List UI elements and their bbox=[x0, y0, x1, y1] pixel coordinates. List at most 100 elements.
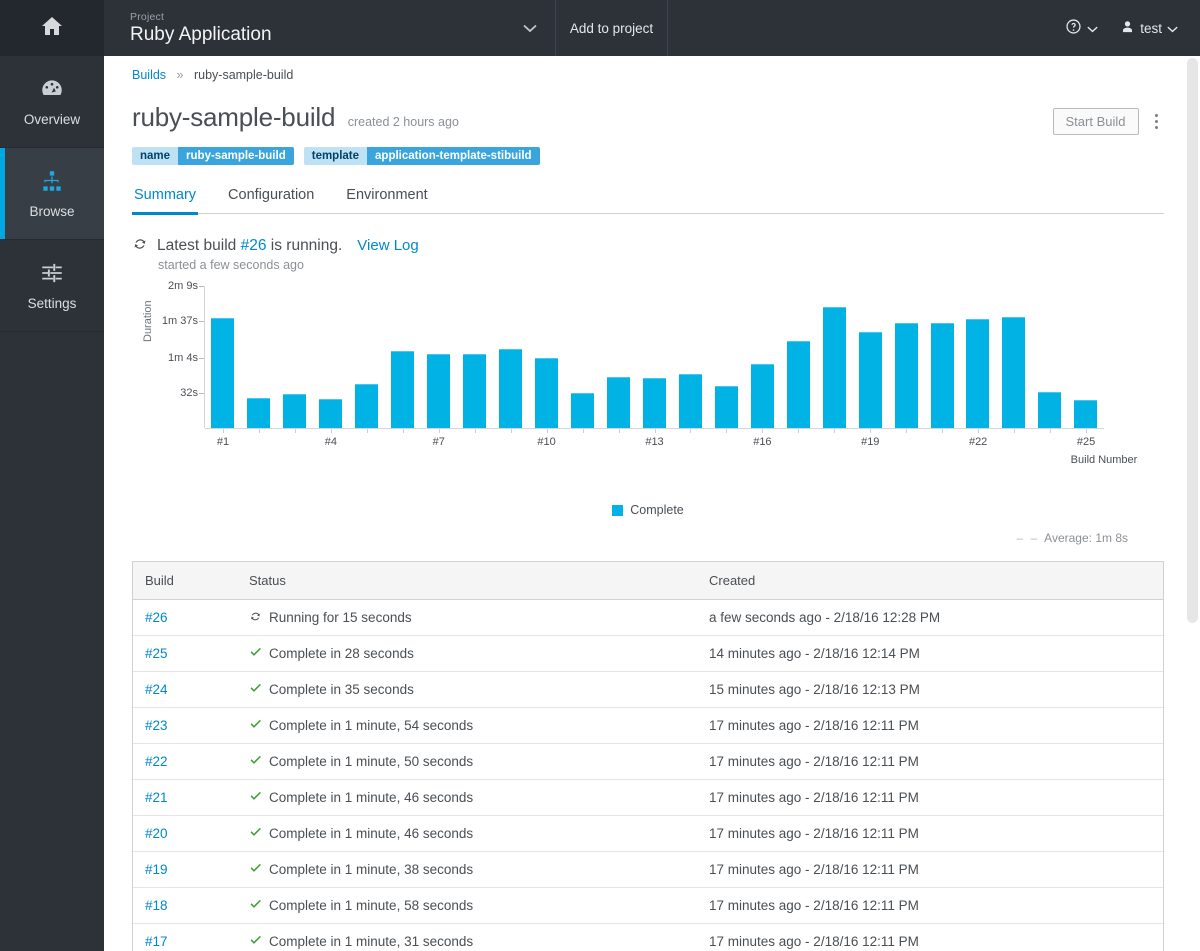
chart-x-tick bbox=[510, 429, 512, 433]
chart-bar[interactable] bbox=[1038, 391, 1062, 428]
chart-bar-slot bbox=[1032, 286, 1068, 428]
chart-bar[interactable] bbox=[642, 378, 666, 428]
sidebar-item-overview[interactable]: Overview bbox=[0, 56, 104, 148]
chart-bar[interactable] bbox=[463, 354, 487, 428]
chart-bar[interactable] bbox=[714, 386, 738, 428]
chart-x-tick-label: #1 bbox=[216, 436, 230, 448]
start-build-button[interactable]: Start Build bbox=[1052, 108, 1139, 135]
build-link[interactable]: #21 bbox=[145, 790, 168, 805]
chart-bar-slot bbox=[493, 286, 529, 428]
cell-status: Complete in 1 minute, 54 seconds bbox=[241, 718, 701, 734]
project-selector[interactable]: Project Ruby Application bbox=[104, 0, 556, 56]
help-menu[interactable] bbox=[1065, 18, 1098, 38]
chart-x-tick-label: #19 bbox=[861, 436, 880, 448]
status-label: Complete in 35 seconds bbox=[269, 682, 414, 697]
chart-bar[interactable] bbox=[606, 377, 630, 428]
add-to-project-button[interactable]: Add to project bbox=[556, 0, 668, 56]
chart-bar[interactable] bbox=[535, 357, 559, 428]
chart-bar-slot bbox=[313, 286, 349, 428]
status-label: Complete in 1 minute, 46 seconds bbox=[269, 790, 474, 805]
label-value: application-template-stibuild bbox=[367, 147, 540, 165]
build-link[interactable]: #22 bbox=[145, 754, 168, 769]
chart-x-tick bbox=[366, 429, 368, 433]
chart-bar-slot bbox=[672, 286, 708, 428]
vertical-scrollbar[interactable] bbox=[1185, 56, 1200, 951]
page-header: ruby-sample-build created 2 hours ago St… bbox=[132, 88, 1164, 135]
chart-bar[interactable] bbox=[786, 341, 810, 428]
cell-build: #20 bbox=[133, 826, 241, 841]
cell-status: Running for 15 seconds bbox=[241, 610, 701, 626]
build-link[interactable]: #24 bbox=[145, 682, 168, 697]
chart-bar[interactable] bbox=[822, 306, 846, 428]
chart-bar[interactable] bbox=[858, 332, 882, 428]
chart-bar[interactable] bbox=[894, 323, 918, 428]
chart-bar-slot bbox=[565, 286, 601, 428]
chart-bar-slot bbox=[960, 286, 996, 428]
breadcrumb-builds-link[interactable]: Builds bbox=[132, 68, 166, 82]
legend-swatch-complete bbox=[612, 504, 624, 516]
check-icon bbox=[249, 682, 262, 698]
average-dash: – – bbox=[1016, 531, 1040, 545]
chart-bar[interactable] bbox=[499, 348, 523, 428]
check-icon bbox=[249, 754, 262, 770]
status-label: Complete in 1 minute, 38 seconds bbox=[269, 862, 474, 877]
tab-summary[interactable]: Summary bbox=[132, 187, 199, 215]
home-button[interactable] bbox=[0, 0, 104, 56]
chart-bar[interactable] bbox=[930, 323, 954, 428]
chart-bar[interactable] bbox=[966, 319, 990, 428]
build-link[interactable]: #23 bbox=[145, 718, 168, 733]
chart-x-tick bbox=[978, 429, 980, 433]
chart-bar[interactable] bbox=[1002, 316, 1026, 428]
tab-environment[interactable]: Environment bbox=[344, 187, 429, 213]
sidebar-item-browse[interactable]: Browse bbox=[0, 148, 104, 240]
user-menu[interactable]: test bbox=[1120, 19, 1178, 37]
cell-created: 17 minutes ago - 2/18/16 12:11 PM bbox=[709, 718, 919, 733]
chart-x-axis-label: Build Number bbox=[1070, 454, 1138, 466]
chart-bar[interactable] bbox=[1074, 400, 1098, 428]
scrollbar-thumb[interactable] bbox=[1187, 58, 1198, 623]
chevron-down-icon bbox=[1087, 21, 1098, 36]
chart-bar[interactable] bbox=[391, 350, 415, 428]
view-log-link[interactable]: View Log bbox=[357, 237, 418, 254]
chart-x-tick-label: #16 bbox=[753, 436, 772, 448]
chart-bar-slot bbox=[241, 286, 277, 428]
build-link[interactable]: #19 bbox=[145, 862, 168, 877]
chart-bar[interactable] bbox=[678, 374, 702, 428]
check-icon bbox=[249, 826, 262, 842]
chart-x-tick bbox=[942, 429, 944, 433]
status-suffix: is running. bbox=[270, 236, 343, 254]
sidebar-item-settings[interactable]: Settings bbox=[0, 240, 104, 332]
chart-bar[interactable] bbox=[247, 398, 271, 428]
page-actions: Start Build bbox=[1052, 102, 1165, 135]
cell-created: 17 minutes ago - 2/18/16 12:11 PM bbox=[709, 934, 919, 949]
kebab-menu-icon[interactable] bbox=[1149, 110, 1165, 134]
chart-bar-slot bbox=[996, 286, 1032, 428]
build-duration-chart: Duration 2m 9s 1m 37s 1m 4s 32s #1 #4 #7 #10 #1… bbox=[132, 280, 1164, 501]
chart-bar[interactable] bbox=[750, 364, 774, 428]
tab-configuration[interactable]: Configuration bbox=[226, 187, 316, 213]
cell-created: 17 minutes ago - 2/18/16 12:11 PM bbox=[709, 826, 919, 841]
build-link[interactable]: #17 bbox=[145, 934, 168, 949]
chart-bar[interactable] bbox=[571, 392, 594, 428]
chart-bar-slot bbox=[780, 286, 816, 428]
build-link[interactable]: #20 bbox=[145, 826, 168, 841]
chevron-down-icon bbox=[523, 21, 537, 36]
chart-x-tick-label: #22 bbox=[968, 436, 988, 448]
cell-status: Complete in 1 minute, 31 seconds bbox=[241, 934, 701, 950]
chart-bar[interactable] bbox=[427, 354, 451, 428]
status-build-link[interactable]: #26 bbox=[241, 237, 267, 254]
build-link[interactable]: #25 bbox=[145, 646, 168, 661]
status-label: Complete in 1 minute, 58 seconds bbox=[269, 898, 474, 913]
cell-status: Complete in 1 minute, 46 seconds bbox=[241, 826, 701, 842]
chart-x-tick bbox=[474, 429, 476, 433]
chart-bar[interactable] bbox=[319, 399, 343, 428]
cell-created: 14 minutes ago - 2/18/16 12:14 PM bbox=[709, 646, 920, 661]
chart-bar[interactable] bbox=[355, 383, 379, 428]
chart-x-ticks: #1 #4 #7 #10 #13 #16 #19 #22 #25 bbox=[205, 429, 1104, 455]
build-link[interactable]: #26 bbox=[145, 610, 168, 625]
chart-x-tick-label: #4 bbox=[324, 436, 337, 448]
chart-x-tick bbox=[834, 429, 836, 433]
chart-bar[interactable] bbox=[283, 393, 307, 428]
build-link[interactable]: #18 bbox=[145, 898, 168, 913]
chart-bar[interactable] bbox=[211, 317, 235, 428]
